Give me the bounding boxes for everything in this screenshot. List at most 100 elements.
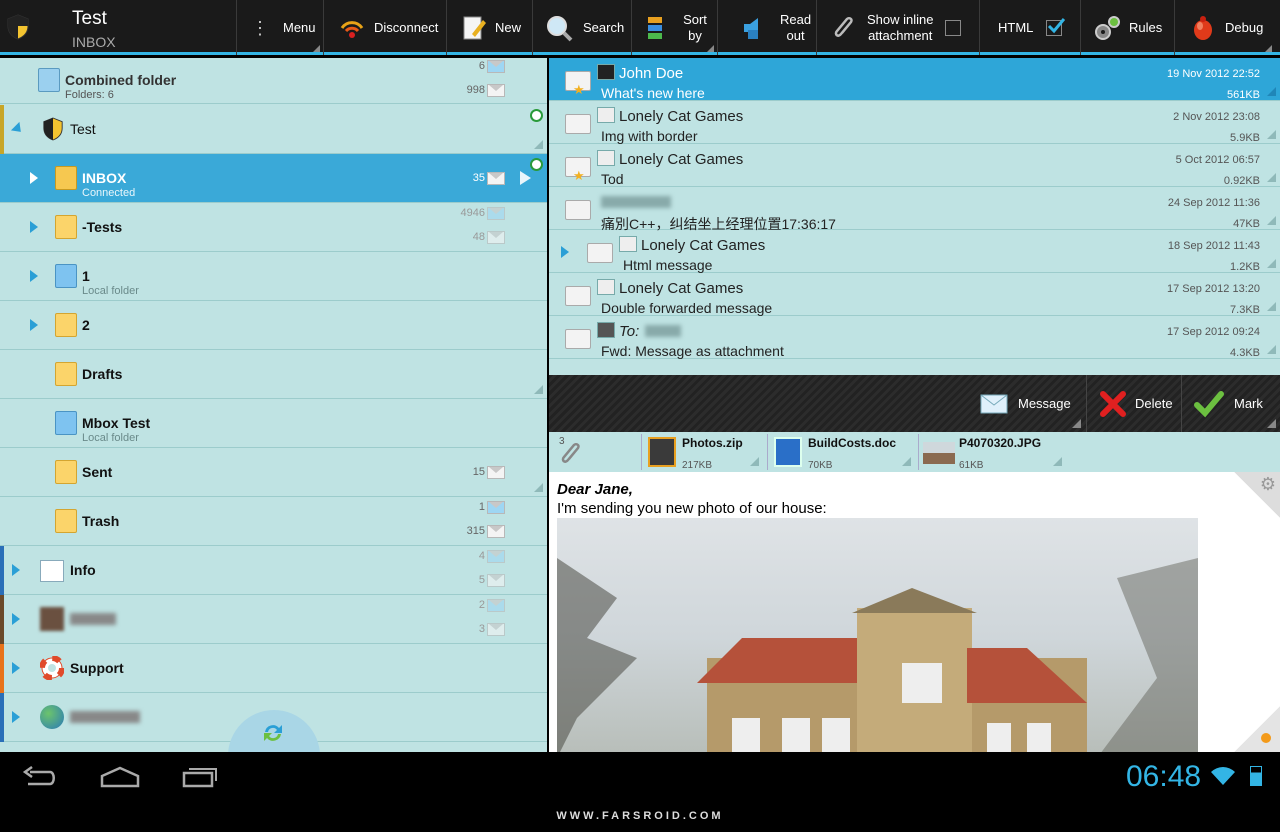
message-size: 7.3KB <box>1230 304 1260 316</box>
show-inline-attachment-toggle[interactable]: Show inline attachment <box>817 0 980 55</box>
battery-icon <box>1250 766 1262 786</box>
recent-apps-icon[interactable] <box>182 766 218 788</box>
attachment-item[interactable]: P4070320.JPG 61KB <box>918 434 1066 471</box>
sort-label-2: by <box>688 27 702 43</box>
star-icon: ★ <box>573 82 585 97</box>
drafts-icon <box>55 362 77 386</box>
account-test[interactable]: Test <box>0 105 547 154</box>
search-icon <box>547 15 573 41</box>
account-info-count1: 4 <box>478 550 485 562</box>
attachment-item[interactable]: Photos.zip 217KB <box>641 434 763 471</box>
envelope-attachment-icon <box>565 286 591 306</box>
folder-2[interactable]: 2 <box>0 301 547 350</box>
account-support[interactable]: Support <box>0 644 547 693</box>
message-row[interactable]: 痛別C++，纠结坐上经理位置17:36:17 24 Sep 2012 11:36… <box>549 187 1280 232</box>
envelope-attachment-icon <box>565 200 591 220</box>
envelope-new-icon <box>487 501 505 514</box>
folder-icon <box>55 215 77 239</box>
folder-inbox[interactable]: INBOX Connected 35 <box>0 154 547 203</box>
folder-sent[interactable]: Sent 15 <box>0 448 547 497</box>
message-subject: Html message <box>623 257 713 273</box>
folder-trash[interactable]: Trash 1 315 <box>0 497 547 546</box>
body-greeting: Dear Jane, <box>557 481 633 498</box>
delete-button[interactable]: Delete <box>1086 375 1180 432</box>
html-checkbox[interactable] <box>1046 18 1065 36</box>
envelope-new-icon <box>487 550 505 563</box>
message-row-thread[interactable]: Lonely Cat Games Html message 18 Sep 201… <box>549 230 1280 273</box>
account-info-count2: 5 <box>478 574 485 586</box>
gears-icon <box>1095 15 1120 40</box>
show-inline-label-1: Show inline <box>867 11 934 27</box>
home-icon[interactable] <box>100 766 140 788</box>
show-inline-label-2: attachment <box>868 27 933 43</box>
new-document-icon <box>463 16 486 39</box>
message-button[interactable]: Message <box>970 375 1085 432</box>
message-date: 17 Sep 2012 13:20 <box>1167 283 1260 295</box>
folder-combined-sub: Folders: 6 <box>65 89 114 101</box>
new-button[interactable]: New <box>447 0 533 55</box>
message-from: To: <box>619 323 640 340</box>
mark-button[interactable]: Mark <box>1181 375 1280 432</box>
zip-file-icon <box>648 437 676 467</box>
attachment-item[interactable]: BuildCosts.doc 70KB <box>767 434 915 471</box>
attachment-size: 61KB <box>959 460 984 471</box>
message-action-bar: Message Delete Mark <box>549 375 1280 432</box>
menu-button[interactable]: ⋮ Menu <box>236 0 324 55</box>
folder-trash-count1: 1 <box>478 501 485 513</box>
clock: 06:48 <box>1126 760 1202 793</box>
folder-combined[interactable]: Combined folder Folders: 6 6 998 <box>0 58 547 104</box>
back-icon[interactable] <box>22 766 58 790</box>
message-size: 0.92KB <box>1223 175 1260 187</box>
play-icon[interactable] <box>520 171 531 185</box>
account-info[interactable]: Info 4 5 <box>0 546 547 595</box>
account-support-name: Support <box>70 660 124 676</box>
message-size: 561KB <box>1226 89 1260 101</box>
message-from: John Doe <box>619 65 684 82</box>
folder-1[interactable]: 1 Local folder <box>0 252 547 301</box>
message-row[interactable]: To: Fwd: Message as attachment 17 Sep 20… <box>549 316 1280 359</box>
message-date: 17 Sep 2012 09:24 <box>1167 326 1260 338</box>
folder-tests[interactable]: -Tests 4946 48 <box>0 203 547 252</box>
message-date: 19 Nov 2012 22:52 <box>1167 68 1260 80</box>
gear-icon: ⚙ <box>1259 474 1276 494</box>
overflow-menu-icon: ⋮ <box>251 17 269 38</box>
envelope-icon <box>587 243 613 263</box>
wifi-icon <box>1211 767 1235 785</box>
rules-button[interactable]: Rules <box>1081 0 1175 55</box>
envelope-icon <box>487 84 505 97</box>
account-blurred[interactable]: 2 3 <box>0 595 547 644</box>
scroll-indicator-corner[interactable] <box>1234 706 1280 752</box>
envelope-attachment-icon <box>565 329 591 349</box>
paperclip-icon <box>561 442 580 463</box>
read-out-button[interactable]: Read out <box>718 0 817 55</box>
read-label-2: out <box>786 27 805 43</box>
folder-drafts[interactable]: Drafts <box>0 350 547 399</box>
folder-1-name: 1 <box>82 268 90 284</box>
sort-by-button[interactable]: Sort by <box>632 0 718 55</box>
folder-mbox-test[interactable]: Mbox Test Local folder <box>0 399 547 448</box>
show-inline-checkbox[interactable] <box>945 20 961 36</box>
message-size: 5.9KB <box>1230 132 1260 144</box>
mark-label: Mark <box>1234 396 1263 411</box>
read-label-1: Read <box>780 11 812 27</box>
html-toggle[interactable]: HTML <box>980 0 1081 55</box>
search-button[interactable]: Search <box>533 0 632 55</box>
settings-corner-button[interactable]: ⚙ <box>1234 472 1280 518</box>
collapse-icon[interactable] <box>10 121 26 137</box>
orange-dot-icon <box>1261 733 1271 743</box>
disconnect-button[interactable]: Disconnect <box>324 0 447 55</box>
app-shield-icon[interactable] <box>6 14 30 40</box>
message-row[interactable]: ★ John Doe What's new here 19 Nov 2012 2… <box>549 58 1280 101</box>
folder-inbox-sub: Connected <box>82 187 136 199</box>
message-subject: What's new here <box>601 85 705 101</box>
lifebuoy-icon <box>40 656 64 680</box>
folder-tests-name: -Tests <box>82 219 123 235</box>
message-row[interactable]: Lonely Cat Games Double forwarded messag… <box>549 273 1280 316</box>
avatar <box>619 236 637 252</box>
envelope-icon <box>487 525 505 538</box>
avatar <box>597 150 615 166</box>
expand-thread-icon[interactable] <box>561 246 569 258</box>
message-row[interactable]: ★ Lonely Cat Games Tod 5 Oct 2012 06:57 … <box>549 144 1280 187</box>
debug-button[interactable]: Debug <box>1175 0 1275 55</box>
message-row[interactable]: Lonely Cat Games Img with border 2 Nov 2… <box>549 101 1280 144</box>
